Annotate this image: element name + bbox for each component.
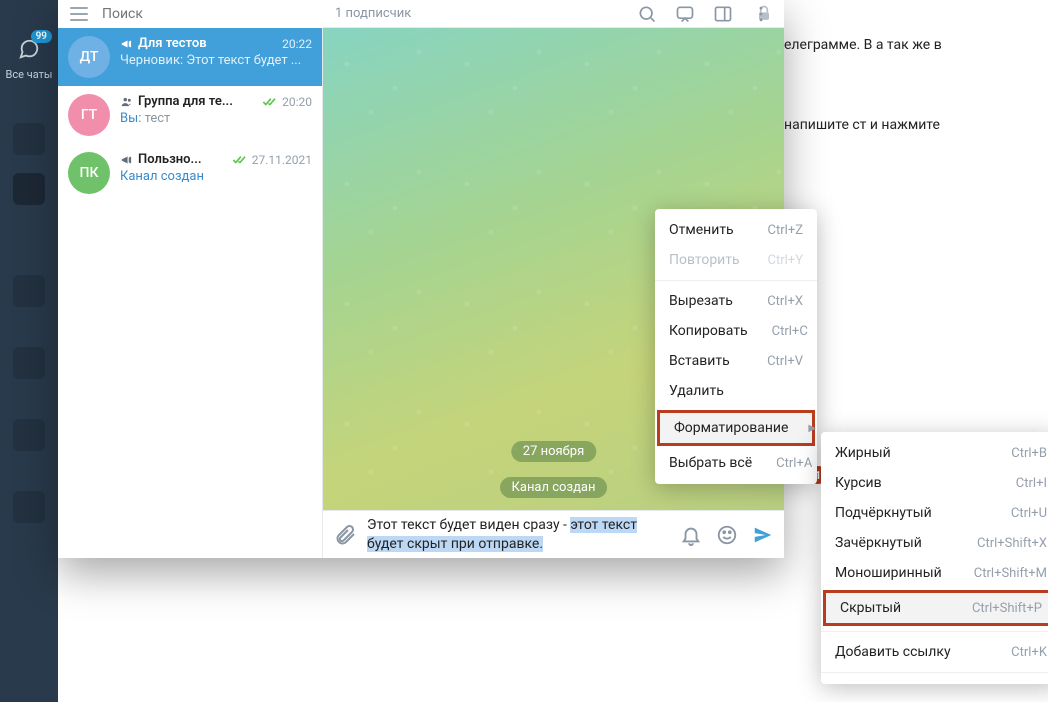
menu-paste[interactable]: ВставитьCtrl+V — [655, 346, 817, 376]
megaphone-icon — [120, 153, 134, 167]
megaphone-icon — [120, 37, 134, 51]
more-icon[interactable] — [750, 3, 772, 25]
all-chats-label: Все чаты — [6, 68, 53, 81]
chat-preview: Вы: тест — [120, 111, 312, 126]
menu-cut[interactable]: ВырезатьCtrl+X — [655, 286, 817, 316]
menu-mono[interactable]: МоноширинныйCtrl+Shift+M — [821, 558, 1048, 588]
chat-item[interactable]: ГТ Группа для те... 20:20 Вы: тест — [58, 86, 322, 144]
menu-bold[interactable]: ЖирныйCtrl+B — [821, 438, 1048, 468]
menu-underline[interactable]: ПодчёркнутыйCtrl+U — [821, 498, 1048, 528]
menu-undo[interactable]: ОтменитьCtrl+Z — [655, 215, 817, 245]
menu-button[interactable] — [70, 7, 88, 21]
sidebar-slot[interactable] — [13, 347, 45, 379]
avatar: ГТ — [68, 94, 110, 136]
service-message: Канал создан — [500, 477, 608, 498]
chat-preview: Черновик: Этот текст будет ... — [120, 53, 312, 68]
sidebar-slot[interactable] — [13, 419, 45, 451]
menu-formatting[interactable]: Форматирование▶ — [660, 413, 812, 443]
menu-select-all[interactable]: Выбрать всёCtrl+A — [655, 448, 817, 478]
chat-item[interactable]: ПК Пользно... 27.11.2021 Канал создан — [58, 144, 322, 202]
attach-icon[interactable] — [333, 523, 357, 547]
context-menu-formatting: ЖирныйCtrl+B КурсивCtrl+I ПодчёркнутыйCt… — [821, 432, 1048, 684]
background-article: елеграмме. В а так же в напишите ст и на… — [784, 36, 1034, 195]
read-checks-icon — [262, 97, 278, 107]
group-icon — [120, 95, 134, 109]
menu-spoiler[interactable]: СкрытыйCtrl+Shift+P — [826, 593, 1048, 623]
sidebar-slot[interactable] — [13, 173, 45, 205]
chat-name: Для тестов — [138, 36, 278, 51]
search-icon[interactable] — [636, 3, 658, 25]
chat-time: 27.11.2021 — [252, 153, 312, 167]
chat-item[interactable]: ДТ Для тестов 20:22 Черновик: Этот текст… — [58, 28, 322, 86]
sidebar-slot[interactable] — [13, 123, 45, 155]
sidepanel-icon[interactable] — [712, 3, 734, 25]
subscriber-count: 1 подписчик — [335, 6, 411, 21]
chat-name: Пользно... — [138, 152, 228, 167]
bell-icon[interactable] — [680, 524, 702, 546]
send-icon[interactable] — [752, 524, 774, 546]
read-checks-icon — [232, 155, 248, 165]
sidebar-slot[interactable] — [13, 491, 45, 523]
menu-redo: ПовторитьCtrl+Y — [655, 245, 817, 275]
chat-header: 1 подписчик — [323, 0, 784, 28]
chevron-right-icon: ▶ — [788, 423, 816, 434]
avatar: ПК — [68, 152, 110, 194]
all-chats-button[interactable]: 99 — [16, 38, 42, 64]
menu-italic[interactable]: КурсивCtrl+I — [821, 468, 1048, 498]
menu-add-link[interactable]: Добавить ссылкуCtrl+K — [821, 637, 1048, 667]
menu-copy[interactable]: КопироватьCtrl+C — [655, 316, 817, 346]
menu-strike[interactable]: ЗачёркнутыйCtrl+Shift+X — [821, 528, 1048, 558]
date-pill: 27 ноября — [511, 441, 596, 462]
avatar: ДТ — [68, 36, 110, 78]
sidebar-slot[interactable] — [13, 275, 45, 307]
chat-time: 20:22 — [282, 37, 312, 51]
comments-icon[interactable] — [674, 3, 696, 25]
menu-delete[interactable]: Удалить — [655, 376, 817, 406]
chat-preview: Канал создан — [120, 169, 312, 184]
message-input[interactable]: Этот текст будет виден сразу - этот текс… — [357, 516, 666, 554]
emoji-icon[interactable] — [716, 524, 738, 546]
chat-time: 20:20 — [282, 95, 312, 109]
chat-list: ДТ Для тестов 20:22 Черновик: Этот текст… — [58, 28, 323, 558]
context-menu-edit: ОтменитьCtrl+Z ПовторитьCtrl+Y ВырезатьC… — [655, 209, 817, 484]
message-input-bar: Этот текст будет виден сразу - этот текс… — [323, 510, 784, 558]
unread-badge: 99 — [31, 30, 52, 43]
chat-name: Группа для те... — [138, 94, 258, 109]
app-leftbar: 99 Все чаты — [0, 0, 58, 702]
